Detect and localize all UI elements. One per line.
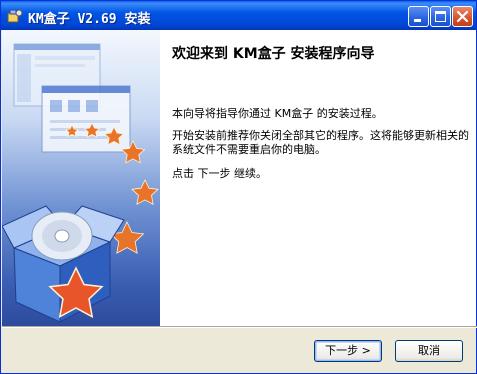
continue-instruction: 点击 下一步 继续。 [172, 167, 267, 180]
recommendation-text: 开始安装前推荐你关闭全部其它的程序。这将能够更新相关的系统文件不需要重启你的电脑… [172, 129, 469, 156]
installer-illustration [2, 43, 159, 323]
wizard-content-panel: 欢迎来到 KM盒子 安装程序向导 本向导将指导你通过 KM盒子 的安装过程。 开… [160, 30, 476, 326]
window-title: KM盒子 V2.69 安装 [28, 12, 151, 27]
minimize-icon [414, 19, 421, 22]
maximize-icon [435, 11, 446, 22]
maximize-button[interactable] [430, 6, 451, 27]
wizard-sidebar-image [2, 30, 160, 326]
title-bar[interactable]: KM盒子 V2.69 安装 [1, 1, 476, 30]
installer-window: KM盒子 V2.69 安装 欢迎来到 KM盒子 安装程序向导 本向导将指导你通过… [0, 0, 477, 374]
welcome-heading: 欢迎来到 KM盒子 安装程序向导 [172, 46, 375, 62]
close-icon [456, 10, 469, 23]
next-button[interactable]: 下一步 > [314, 340, 382, 362]
intro-text: 本向导将指导你通过 KM盒子 的安装过程。 [172, 107, 383, 120]
minimize-button[interactable] [408, 6, 429, 27]
cancel-button[interactable]: 取消 [395, 340, 463, 362]
installer-icon [7, 9, 23, 23]
close-button[interactable] [452, 6, 473, 27]
footer-separator [2, 326, 477, 328]
